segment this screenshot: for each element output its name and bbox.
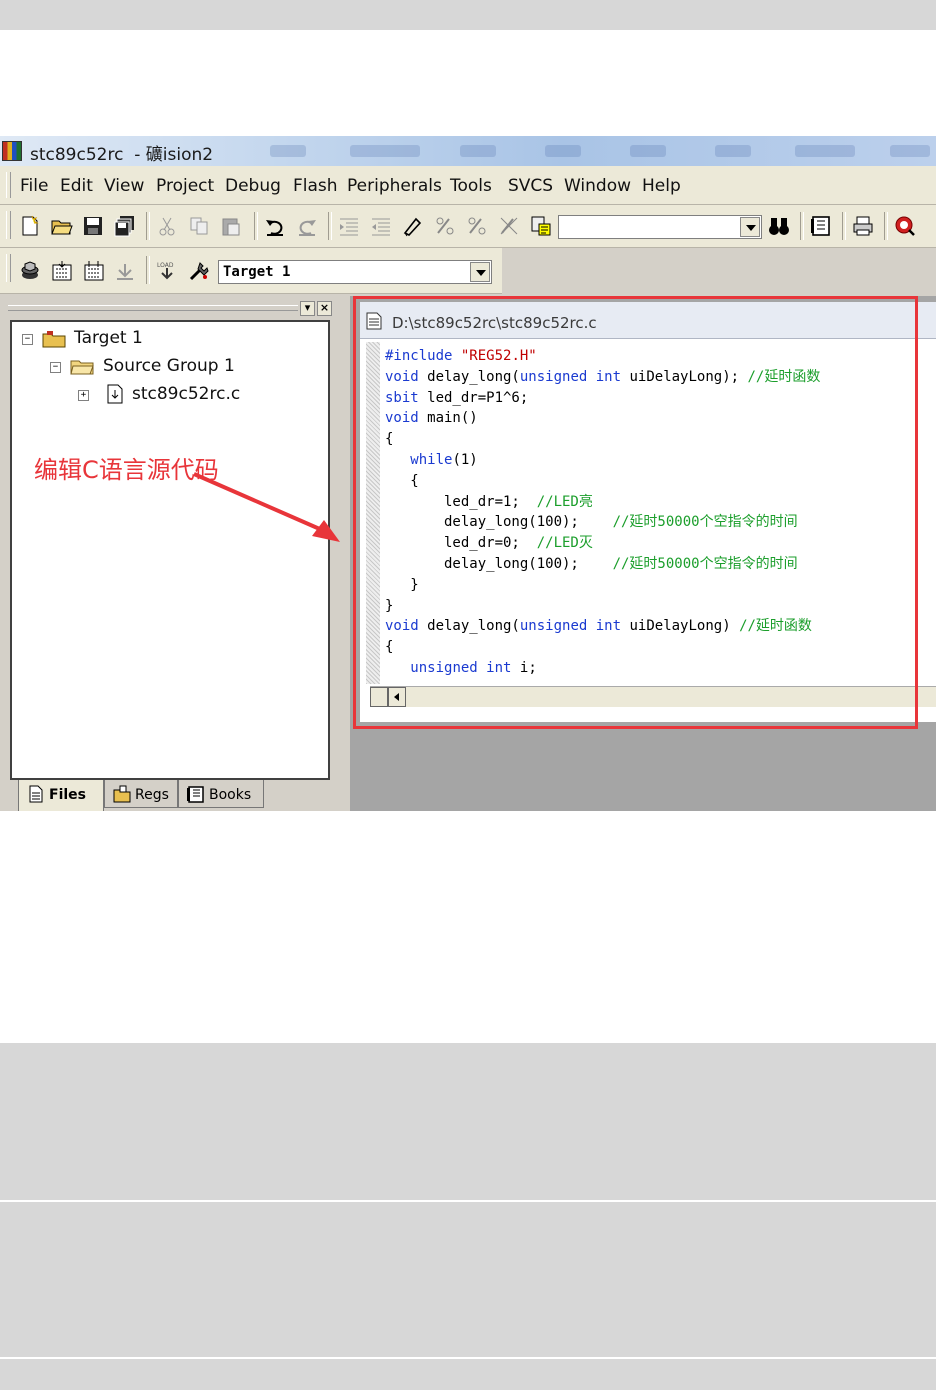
blurred-region (460, 145, 496, 157)
target-select[interactable]: Target 1 (218, 260, 492, 284)
build-toolbar: LOAD Target 1 (0, 248, 502, 294)
workspace-tabs: Files Regs Books (10, 780, 330, 811)
window-title: stc89c52rc - 礦ision2 (30, 145, 214, 165)
tree-node-target[interactable]: Target 1 (74, 328, 143, 348)
tree-node-source-group[interactable]: Source Group 1 (103, 356, 235, 376)
file-toolbar (0, 205, 936, 248)
tab-regs[interactable]: Regs (104, 780, 178, 808)
open-folder-icon[interactable] (51, 215, 73, 237)
redo-icon[interactable] (296, 215, 318, 237)
find-combo[interactable] (558, 215, 762, 239)
project-workspace-pane: ▾ × − Target 1 − Source Group 1 + stc89c… (0, 296, 345, 811)
cut-icon[interactable] (156, 215, 178, 237)
target-options-icon[interactable] (188, 260, 210, 282)
source-group-folder-icon (70, 360, 94, 375)
toolbar-grip[interactable] (6, 254, 11, 282)
new-file-icon[interactable] (19, 215, 41, 237)
toolbar-separator (800, 212, 804, 240)
tab-files[interactable]: Files (18, 780, 104, 811)
page-band-1 (0, 1043, 936, 1200)
menu-view[interactable]: View (104, 176, 144, 196)
toolbar-separator (328, 212, 332, 240)
bookmark-next-icon[interactable] (434, 215, 456, 237)
print-icon[interactable] (852, 215, 874, 237)
stop-build-icon[interactable] (114, 260, 136, 282)
pane-grip[interactable] (8, 305, 298, 311)
target-folder-icon (42, 331, 66, 348)
toolbar-separator (146, 256, 150, 284)
menu-svcs[interactable]: SVCS (508, 176, 553, 196)
file-expand-toggle[interactable]: + (78, 390, 89, 401)
save-all-icon[interactable] (114, 215, 136, 237)
find-combo-dropdown-arrow[interactable] (740, 217, 760, 237)
pane-close-button[interactable]: × (317, 301, 332, 316)
regs-tab-icon (113, 785, 131, 803)
toolbar-grip[interactable] (6, 211, 11, 239)
uvision-app-icon (2, 141, 22, 161)
bookmark-clear-icon[interactable] (498, 215, 520, 237)
annotation-arrow-icon (193, 472, 340, 542)
menu-file[interactable]: File (20, 176, 48, 196)
save-icon[interactable] (82, 215, 104, 237)
bookmark-prev-icon[interactable] (466, 215, 488, 237)
menu-window[interactable]: Window (564, 176, 631, 196)
menu-help[interactable]: Help (642, 176, 681, 196)
menu-flash[interactable]: Flash (293, 176, 338, 196)
blurred-region (890, 145, 930, 157)
target-select-dropdown-arrow[interactable] (470, 262, 490, 282)
blurred-region (545, 145, 581, 157)
blurred-region (270, 145, 306, 157)
svg-text:LOAD: LOAD (157, 262, 174, 269)
page-band-2 (0, 1202, 936, 1357)
toolbar-separator (842, 212, 846, 240)
group-collapse-toggle[interactable]: − (50, 362, 61, 373)
find-in-files-icon[interactable] (530, 215, 552, 237)
copy-icon[interactable] (188, 215, 210, 237)
menu-peripherals[interactable]: Peripherals (347, 176, 442, 196)
toolbar-separator (254, 212, 258, 240)
menu-project[interactable]: Project (156, 176, 214, 196)
menu-tools[interactable]: Tools (450, 176, 492, 196)
toolbar-separator (884, 212, 888, 240)
title-bar: stc89c52rc - 礦ision2 (0, 136, 936, 166)
tab-books[interactable]: Books (178, 780, 264, 808)
books-tab-icon (187, 786, 204, 803)
blurred-region (350, 145, 420, 157)
menu-debug[interactable]: Debug (225, 176, 281, 196)
blurred-region (795, 145, 855, 157)
download-load-icon[interactable]: LOAD (156, 260, 178, 282)
files-tab-icon (29, 785, 43, 803)
rebuild-all-icon[interactable] (83, 260, 105, 282)
indent-icon[interactable] (338, 215, 360, 237)
tree-node-file[interactable]: stc89c52rc.c (132, 384, 240, 404)
editor-highlight-box (353, 296, 918, 729)
bookmark-toggle-icon[interactable] (402, 215, 424, 237)
c-source-file-icon (107, 384, 123, 404)
find-binoculars-icon[interactable] (768, 215, 790, 237)
debug-session-icon[interactable] (894, 215, 916, 237)
build-target-icon[interactable] (51, 260, 73, 282)
page-band-top (0, 0, 936, 30)
tab-books-label: Books (209, 787, 252, 803)
menu-bar: File Edit View Project Debug Flash Perip… (0, 166, 936, 205)
target-select-value: Target 1 (223, 264, 291, 280)
source-browser-icon[interactable] (810, 215, 832, 237)
tab-files-label: Files (49, 787, 86, 803)
pane-header: ▾ × (8, 300, 334, 316)
page-band-3 (0, 1359, 936, 1390)
tab-regs-label: Regs (135, 787, 169, 803)
paste-icon[interactable] (220, 215, 242, 237)
outdent-icon[interactable] (370, 215, 392, 237)
blurred-region (630, 145, 666, 157)
project-tree: − Target 1 − Source Group 1 + stc89c52rc… (10, 320, 340, 780)
blurred-region (715, 145, 751, 157)
pane-restore-button[interactable]: ▾ (300, 301, 315, 316)
translate-file-icon[interactable] (19, 260, 41, 282)
target-collapse-toggle[interactable]: − (22, 334, 33, 345)
undo-icon[interactable] (264, 215, 286, 237)
toolbar-separator (146, 212, 150, 240)
menu-edit[interactable]: Edit (60, 176, 93, 196)
menu-grip[interactable] (6, 172, 11, 198)
